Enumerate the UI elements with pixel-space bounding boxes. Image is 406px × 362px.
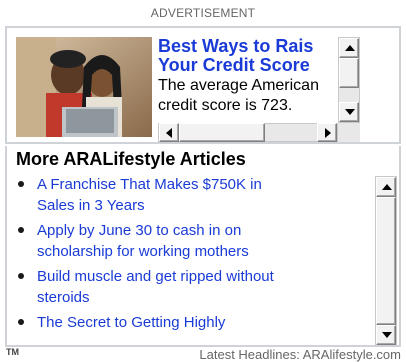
bullet-icon bbox=[18, 273, 24, 279]
scroll-left-button[interactable] bbox=[159, 123, 179, 142]
articles-title: More ARALifestyle Articles bbox=[16, 149, 246, 169]
article-link[interactable]: A Franchise That Makes $750K in Sales in… bbox=[37, 176, 262, 214]
advertisement-label: ADVERTISEMENT bbox=[150, 6, 256, 20]
bullet-icon bbox=[18, 227, 24, 233]
article-link-line1: A Franchise That Makes $750K in bbox=[37, 176, 262, 193]
ad-headline-line1[interactable]: Best Ways to Rais bbox=[158, 37, 336, 56]
bullet-icon bbox=[18, 181, 24, 187]
advertisement-box: Best Ways to Rais Your Credit Score The … bbox=[5, 26, 401, 144]
list-item: Build muscle and get ripped without ster… bbox=[7, 266, 373, 308]
arrow-up-icon bbox=[382, 184, 392, 190]
scroll-down-button[interactable] bbox=[339, 102, 359, 122]
article-link-line1: The Secret to Getting Highly bbox=[37, 314, 226, 331]
article-link-line2: scholarship for working mothers bbox=[37, 243, 249, 260]
article-link-line1: Apply by June 30 to cash in on bbox=[37, 222, 242, 239]
ad-headline-line2[interactable]: Your Credit Score bbox=[158, 56, 336, 75]
list-item: Apply by June 30 to cash in on scholarsh… bbox=[7, 220, 373, 262]
scroll-thumb[interactable] bbox=[339, 58, 359, 88]
scroll-up-button[interactable] bbox=[339, 38, 359, 58]
arrow-down-icon bbox=[382, 332, 392, 338]
ad-horizontal-scrollbar[interactable] bbox=[158, 123, 338, 142]
arrow-up-icon bbox=[345, 45, 355, 51]
articles-list: A Franchise That Makes $750K in Sales in… bbox=[7, 174, 373, 345]
scroll-down-button[interactable] bbox=[376, 325, 396, 345]
latest-headlines-link[interactable]: Latest Headlines: ARAlifestyle.com bbox=[199, 347, 401, 362]
list-item: A Franchise That Makes $750K in Sales in… bbox=[7, 174, 373, 216]
ad-text: Best Ways to Rais Your Credit Score The … bbox=[158, 37, 336, 123]
horizontal-scroll-thumb[interactable] bbox=[179, 123, 265, 142]
scrollbar-corner bbox=[338, 123, 360, 142]
scroll-right-button[interactable] bbox=[317, 123, 337, 142]
ad-vertical-scrollbar[interactable] bbox=[338, 37, 360, 123]
bullet-icon bbox=[18, 319, 24, 325]
scroll-thumb[interactable] bbox=[376, 197, 396, 325]
ad-body-line1: The average American bbox=[158, 77, 319, 94]
list-item: The Secret to Getting Highly bbox=[7, 312, 373, 333]
article-link[interactable]: Apply by June 30 to cash in on scholarsh… bbox=[37, 222, 249, 260]
article-link[interactable]: The Secret to Getting Highly bbox=[37, 314, 225, 331]
article-link-line2: steroids bbox=[37, 289, 90, 306]
scroll-up-button[interactable] bbox=[376, 177, 396, 197]
arrow-left-icon bbox=[166, 128, 172, 138]
footer: TM Latest Headlines: ARAlifestyle.com bbox=[0, 346, 406, 362]
article-link[interactable]: Build muscle and get ripped without ster… bbox=[37, 268, 274, 306]
arrow-right-icon bbox=[325, 128, 331, 138]
arrow-down-icon bbox=[345, 109, 355, 115]
ad-photo[interactable] bbox=[16, 37, 152, 137]
ad-body-line2: credit score is 723. bbox=[158, 97, 293, 114]
article-link-line1: Build muscle and get ripped without bbox=[37, 268, 274, 285]
articles-box: More ARALifestyle Articles A Franchise T… bbox=[5, 146, 401, 347]
trademark-mark: TM bbox=[6, 347, 19, 357]
couple-with-laptop-photo bbox=[16, 37, 152, 137]
articles-vertical-scrollbar[interactable] bbox=[375, 176, 397, 345]
article-link-line2: Sales in 3 Years bbox=[37, 197, 145, 214]
